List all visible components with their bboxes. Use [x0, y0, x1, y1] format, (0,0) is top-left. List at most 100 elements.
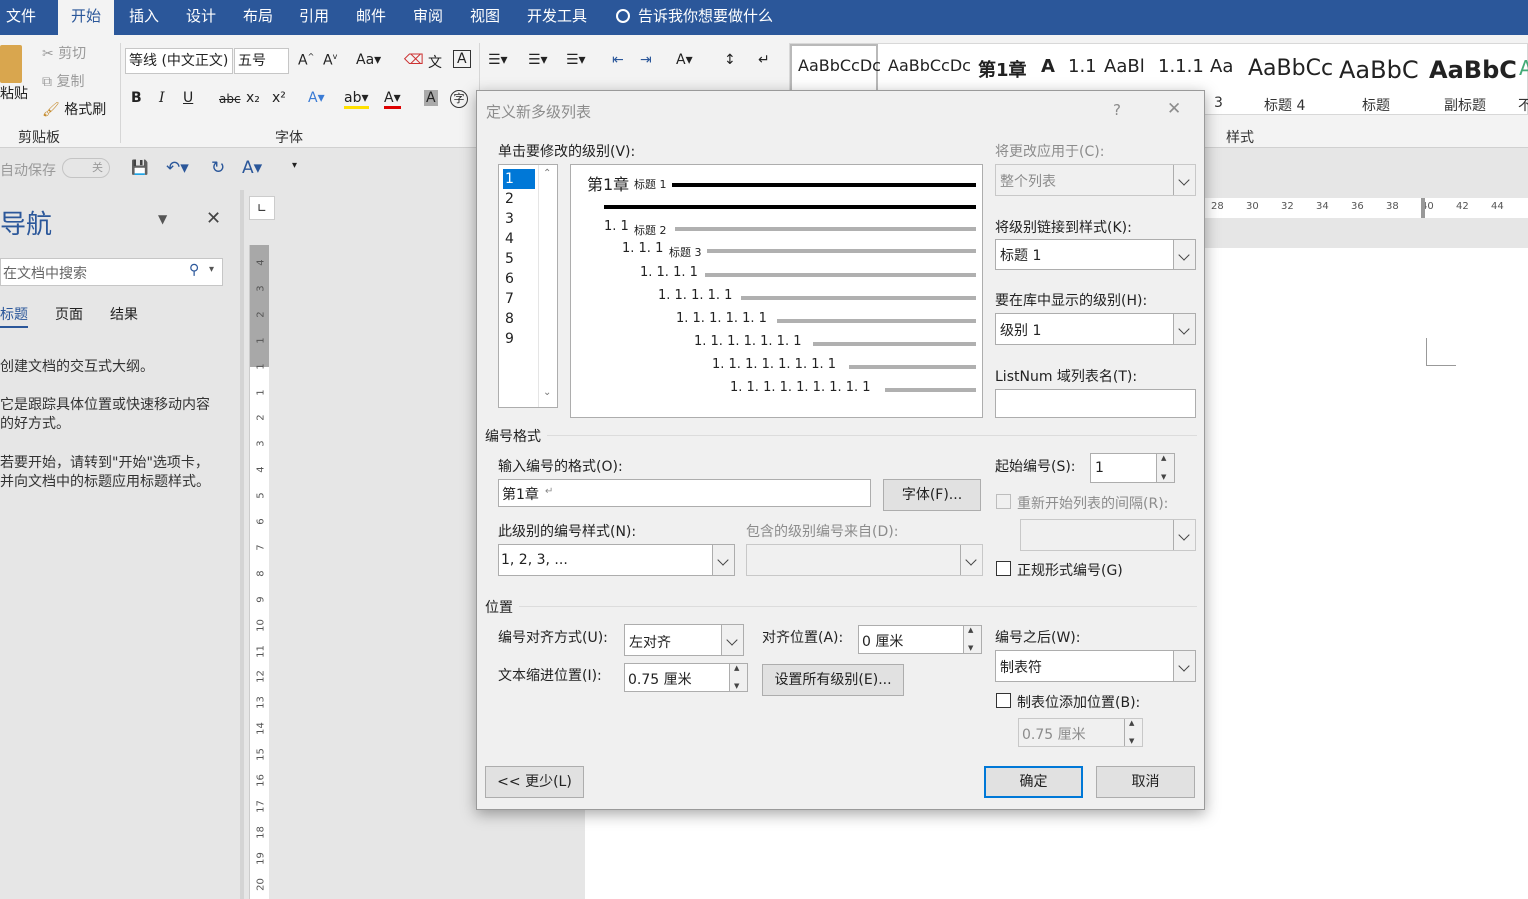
change-case-icon[interactable]: Aa▾	[356, 52, 381, 68]
cancel-button[interactable]: 取消	[1096, 766, 1195, 798]
tab-stop-checkbox[interactable]	[996, 693, 1011, 708]
scroll-down-icon[interactable]: ⌄	[543, 387, 551, 398]
level-item[interactable]: 7	[503, 289, 535, 309]
redo-icon[interactable]: ↻	[211, 158, 225, 178]
style-preview-normal[interactable]: AaBbCcDc	[798, 56, 881, 75]
menu-references[interactable]: 引用	[299, 0, 329, 35]
follow-number-select[interactable]: 制表符	[995, 650, 1196, 682]
chevron-down-icon[interactable]	[1173, 520, 1195, 550]
level-item[interactable]: 5	[503, 249, 535, 269]
alignment-select[interactable]: 左对齐	[624, 624, 744, 656]
spinner-arrows-icon[interactable]	[963, 626, 981, 653]
italic-button[interactable]: I	[159, 90, 165, 106]
style-preview-aa[interactable]: Aa	[1210, 56, 1233, 77]
set-all-levels-button[interactable]: 设置所有级别(E)...	[762, 664, 904, 696]
multilevel-list-icon[interactable]: ☰▾	[566, 52, 586, 68]
spinner-arrows-icon[interactable]	[1156, 454, 1174, 482]
decrease-indent-icon[interactable]: ⇤	[612, 52, 624, 68]
style-preview-a[interactable]: A	[1041, 56, 1055, 77]
subscript-button[interactable]: x₂	[246, 90, 260, 106]
indent-spinner[interactable]: 0.75 厘米	[624, 663, 748, 692]
menu-review[interactable]: 审阅	[413, 0, 443, 35]
highlight-icon[interactable]: ab▾	[344, 90, 369, 109]
search-dropdown-icon[interactable]: ▾	[209, 264, 214, 275]
level-item[interactable]: 3	[503, 209, 535, 229]
save-icon[interactable]: 💾	[131, 160, 148, 176]
format-icon[interactable]: A▾	[242, 158, 262, 178]
nav-options-icon[interactable]: ▼	[158, 212, 167, 226]
help-button[interactable]: ?	[1113, 101, 1121, 119]
scroll-up-icon[interactable]: ⌃	[543, 168, 551, 179]
underline-button[interactable]: U	[183, 90, 193, 106]
chinese-layout-icon[interactable]: A▾	[676, 52, 693, 68]
bullets-icon[interactable]: ☰▾	[488, 52, 508, 68]
menu-insert[interactable]: 插入	[129, 0, 159, 35]
spinner-arrows-icon[interactable]	[1124, 719, 1142, 746]
search-icon[interactable]: ⚲	[189, 262, 199, 278]
bold-button[interactable]: B	[131, 90, 142, 106]
font-button[interactable]: 字体(F)...	[883, 479, 981, 511]
enter-format-input[interactable]: 第1章 ↵	[498, 479, 871, 507]
nav-search-box[interactable]: 在文档中搜索 ⚲ ▾	[0, 258, 223, 286]
cut-button[interactable]: ✂ 剪切	[42, 43, 86, 63]
chevron-down-icon[interactable]	[1173, 651, 1195, 681]
style-preview-more[interactable]: A	[1519, 56, 1528, 80]
gallery-level-select[interactable]: 级别 1	[995, 313, 1196, 345]
close-button[interactable]: ✕	[1167, 99, 1181, 119]
chevron-down-icon[interactable]	[1173, 165, 1195, 195]
style-preview-aabl[interactable]: AaBl	[1104, 56, 1145, 77]
font-color-icon[interactable]: A▾	[384, 90, 401, 109]
ok-button[interactable]: 确定	[984, 766, 1083, 798]
apply-to-select[interactable]: 整个列表	[995, 164, 1196, 196]
menu-file[interactable]: 文件	[6, 0, 36, 35]
chevron-down-icon[interactable]	[1173, 240, 1195, 269]
vertical-ruler[interactable]: 4 3 2 1 1 1 2 3 4 5 6 7 8 9 10 11 12 13 14 15 16 17 18 19 20	[249, 245, 269, 899]
chevron-down-icon[interactable]	[721, 625, 743, 655]
format-painter-button[interactable]: 🖌 格式刷	[42, 99, 106, 119]
font-name-box[interactable]: 等线 (中文正文)	[125, 48, 233, 74]
menu-layout[interactable]: 布局	[243, 0, 273, 35]
nav-splitter[interactable]	[240, 190, 244, 899]
level-item[interactable]: 6	[503, 269, 535, 289]
style-preview-heading4[interactable]: AaBbCc	[1248, 56, 1333, 81]
autosave-toggle[interactable]: 关	[62, 158, 110, 178]
grow-font-icon[interactable]: A^	[298, 52, 314, 69]
menu-design[interactable]: 设计	[186, 0, 216, 35]
paste-icon[interactable]	[0, 45, 22, 83]
shrink-font-icon[interactable]: Av	[323, 52, 337, 69]
chevron-down-icon[interactable]	[712, 545, 734, 575]
tell-me-box[interactable]: 告诉我你想要做什么	[616, 0, 773, 35]
text-effects-icon[interactable]: A▾	[308, 90, 325, 106]
less-button[interactable]: << 更少(L)	[485, 766, 584, 798]
restart-select[interactable]	[1020, 519, 1196, 551]
spinner-arrows-icon[interactable]	[729, 664, 747, 691]
menu-view[interactable]: 视图	[470, 0, 500, 35]
customize-qat-icon[interactable]: ▾	[292, 160, 297, 171]
horizontal-ruler[interactable]: 28 30 32 34 36 38 40 42 44	[1205, 198, 1528, 218]
nav-tab-pages[interactable]: 页面	[55, 304, 83, 324]
menu-home[interactable]: 开始	[58, 0, 114, 35]
listnum-input[interactable]	[995, 389, 1196, 418]
style-preview-subtitle[interactable]: AaBbC	[1429, 56, 1517, 84]
restart-checkbox[interactable]	[996, 494, 1011, 509]
copy-button[interactable]: ⧉ 复制	[42, 71, 84, 91]
nav-close-icon[interactable]: ✕	[206, 208, 221, 229]
aligned-at-spinner[interactable]: 0 厘米	[858, 625, 982, 654]
font-size-box[interactable]: 五号	[234, 48, 289, 74]
numbering-icon[interactable]: ☰▾	[528, 52, 548, 68]
chevron-down-icon[interactable]	[960, 545, 982, 575]
char-shading-icon[interactable]: A	[424, 90, 438, 106]
tab-selector-icon[interactable]: ∟	[249, 196, 275, 220]
menu-developer[interactable]: 开发工具	[527, 0, 587, 35]
enclose-char-icon[interactable]: 字	[450, 90, 468, 108]
increase-indent-icon[interactable]: ⇥	[640, 52, 652, 68]
sort-icon[interactable]: ↕	[724, 52, 736, 68]
strikethrough-button[interactable]: abc	[219, 92, 241, 106]
phonetic-guide-icon[interactable]: 文	[428, 52, 442, 72]
level-item[interactable]: 2	[503, 189, 535, 209]
level-scrollbar[interactable]: ⌃ ⌄	[538, 165, 557, 407]
style-preview-nospacing[interactable]: AaBbCcDc	[888, 56, 971, 75]
number-style-select[interactable]: 1, 2, 3, ...	[498, 544, 735, 576]
paste-button[interactable]: 粘贴	[0, 83, 28, 103]
show-marks-icon[interactable]: ↵	[758, 52, 770, 68]
